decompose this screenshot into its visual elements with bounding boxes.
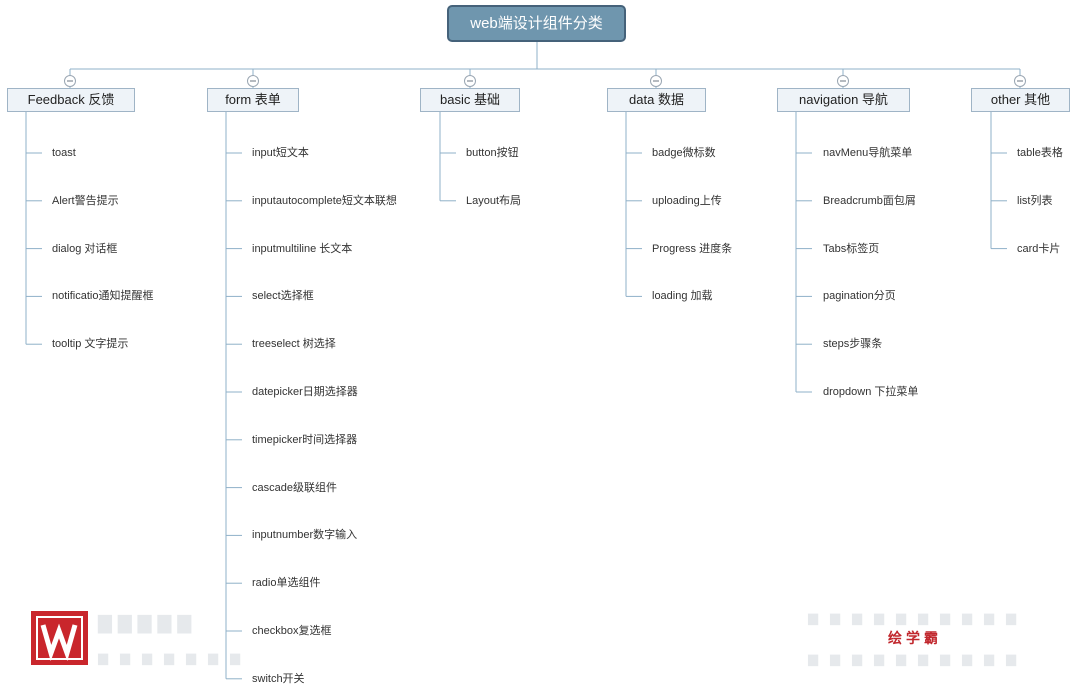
logo-icon bbox=[31, 611, 88, 665]
watermark-right-top: ▆▆▆▆▆▆▆▆▆▆ bbox=[808, 610, 1028, 625]
category-node: form 表单 bbox=[207, 88, 299, 112]
item-node: dialog 对话框 bbox=[52, 242, 118, 255]
item-node: steps步骤条 bbox=[823, 338, 883, 351]
item-node: pagination分页 bbox=[823, 290, 896, 303]
connector-lines bbox=[25, 42, 1026, 680]
item-node: switch开关 bbox=[252, 672, 305, 685]
item-node: cascade级联组件 bbox=[252, 481, 337, 494]
item-node: loading 加载 bbox=[652, 290, 713, 303]
item-node: inputmultiline 长文本 bbox=[252, 242, 353, 255]
category-node: data 数据 bbox=[607, 88, 706, 112]
item-node: button按钮 bbox=[466, 147, 519, 159]
item-node: input短文本 bbox=[252, 147, 309, 159]
item-node: tooltip 文字提示 bbox=[52, 338, 129, 351]
item-node: inputautocomplete短文本联想 bbox=[252, 194, 397, 207]
watermark-text-bottom: ▆▆▆▆▆▆▆ bbox=[98, 650, 252, 665]
category-node: other 其他 bbox=[971, 88, 1070, 112]
item-node: navMenu导航菜单 bbox=[823, 147, 913, 159]
item-node: list列表 bbox=[1017, 194, 1053, 207]
item-node: treeselect 树选择 bbox=[252, 338, 336, 351]
root-node: web端设计组件分类 bbox=[447, 5, 626, 42]
item-node: Progress 进度条 bbox=[652, 242, 733, 255]
brand-logo: 绘学霸 bbox=[888, 630, 942, 646]
item-node: table表格 bbox=[1017, 147, 1063, 159]
category-node: navigation 导航 bbox=[777, 88, 910, 112]
item-node: datepicker日期选择器 bbox=[252, 386, 358, 398]
category-node: basic 基础 bbox=[420, 88, 520, 112]
item-node: inputnumber数字输入 bbox=[252, 529, 358, 542]
item-node: Alert警告提示 bbox=[52, 194, 119, 207]
watermark-text-top: ▇▇▇▇▇ bbox=[98, 613, 198, 633]
item-node: Layout布局 bbox=[466, 194, 522, 207]
item-node: timepicker时间选择器 bbox=[252, 433, 358, 446]
item-node: dropdown 下拉菜单 bbox=[823, 386, 919, 398]
item-node: card卡片 bbox=[1017, 242, 1061, 255]
item-node: Tabs标签页 bbox=[823, 242, 880, 255]
item-node: uploading上传 bbox=[652, 194, 722, 207]
item-node: toast bbox=[52, 147, 76, 159]
item-node: radio单选组件 bbox=[252, 577, 321, 590]
item-node: select选择框 bbox=[252, 290, 314, 303]
item-node: badge微标数 bbox=[652, 147, 716, 159]
item-node: Breadcrumb面包屑 bbox=[823, 194, 916, 207]
category-node: Feedback 反馈 bbox=[7, 88, 135, 112]
watermark-right-bottom: ▆▆▆▆▆▆▆▆▆▆ bbox=[808, 651, 1028, 666]
item-node: notificatio通知提醒框 bbox=[52, 290, 154, 303]
item-node: checkbox复选框 bbox=[252, 625, 332, 637]
